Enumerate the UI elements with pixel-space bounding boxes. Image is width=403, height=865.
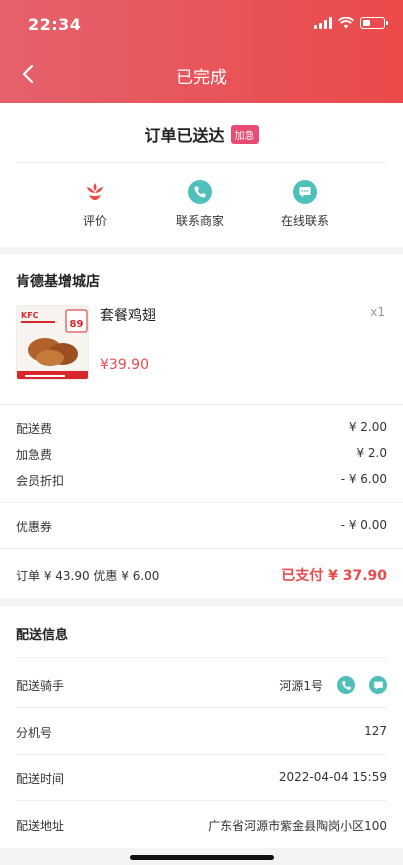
flower-icon [83,180,107,204]
delivery-time-row: 配送时间 2022-04-04 15:59 [16,770,387,787]
page-title: 已完成 [176,68,227,88]
fee-label: 配送费 [16,422,53,436]
divider [0,502,403,503]
divider [16,800,387,801]
signal-icon [314,17,332,29]
rider-chat-icon[interactable] [369,676,387,694]
rider-phone-icon[interactable] [337,676,355,694]
delivery-address-label: 配送地址 [16,819,65,833]
product-name: 套餐鸡翅 [100,308,156,324]
fee-label: 会员折扣 [16,474,65,488]
paid-amount: 已支付 ¥ 37.90 [281,568,387,584]
coupon-label: 优惠券 [16,520,53,534]
order-summary-row: 订单 ¥ 43.90 优惠 ¥ 6.00 已支付 ¥ 37.90 [16,565,387,585]
extension-label: 分机号 [16,726,53,740]
app-header: 22:34 已完成 [0,0,403,103]
battery-icon [360,17,388,29]
member-discount-row: 会员折扣 - ¥ 6.00 [16,472,387,489]
contact-merchant-button[interactable]: 联系商家 [155,180,245,229]
status-icons [314,17,388,29]
order-status-title: 订单已送达 [144,126,225,145]
status-time: 22:34 [28,15,82,34]
divider [16,657,387,658]
svg-text:KFC: KFC [21,311,39,320]
fee-value: ¥ 2.00 [348,420,387,434]
status-bar: 22:34 [0,0,403,48]
product-image: KFC 89 [16,305,89,380]
delivery-time-label: 配送时间 [16,772,65,786]
online-contact-label: 在线联系 [280,214,329,228]
rider-row: 配送骑手 河源1号 [16,676,387,694]
order-status: 订单已送达 加急 [0,122,403,146]
delivery-fee-row: 配送费 ¥ 2.00 [16,420,387,437]
delivery-time-value: 2022-04-04 15:59 [278,770,387,784]
rider-label: 配送骑手 [16,678,65,693]
divider [16,162,387,163]
extension-row: 分机号 127 [16,724,387,741]
extension-value: 127 [364,724,387,738]
order-summary-text: 订单 ¥ 43.90 优惠 ¥ 6.00 [16,568,160,583]
rider-name: 河源1号 [279,678,323,693]
product-photo: KFC 89 [17,306,88,379]
coupon-row[interactable]: 优惠券 - ¥ 0.00 [16,518,387,535]
divider [0,548,403,549]
rider-info: 河源1号 [279,676,387,694]
urgent-fee-row: 加急费 ¥ 2.0 [16,446,387,463]
fee-value: - ¥ 6.00 [340,472,387,486]
coupon-value: - ¥ 0.00 [340,518,387,532]
svg-text:89: 89 [70,319,84,330]
online-contact-button[interactable]: 在线联系 [260,180,350,229]
review-label: 评价 [82,214,107,228]
chat-icon [293,180,317,204]
delivery-address-row: 配送地址 广东省河源市紫金县陶岗小区100 [16,817,387,834]
phone-icon [188,180,212,204]
store-name[interactable]: 肯德基增城店 [16,271,100,291]
urgent-badge: 加急 [230,124,259,144]
product-price: ¥39.90 [100,357,149,373]
divider [16,707,387,708]
fee-label: 加急费 [16,448,53,462]
delivery-address-value: 广东省河源市紫金县陶岗小区100 [208,819,387,833]
product-quantity: x1 [370,305,385,319]
home-indicator[interactable] [130,855,274,860]
review-button[interactable]: 评价 [50,180,140,229]
divider [16,754,387,755]
delivery-section-title: 配送信息 [16,628,69,643]
fee-value: ¥ 2.0 [356,446,387,460]
divider [0,404,403,405]
contact-merchant-label: 联系商家 [175,214,224,228]
wifi-icon [338,17,354,29]
